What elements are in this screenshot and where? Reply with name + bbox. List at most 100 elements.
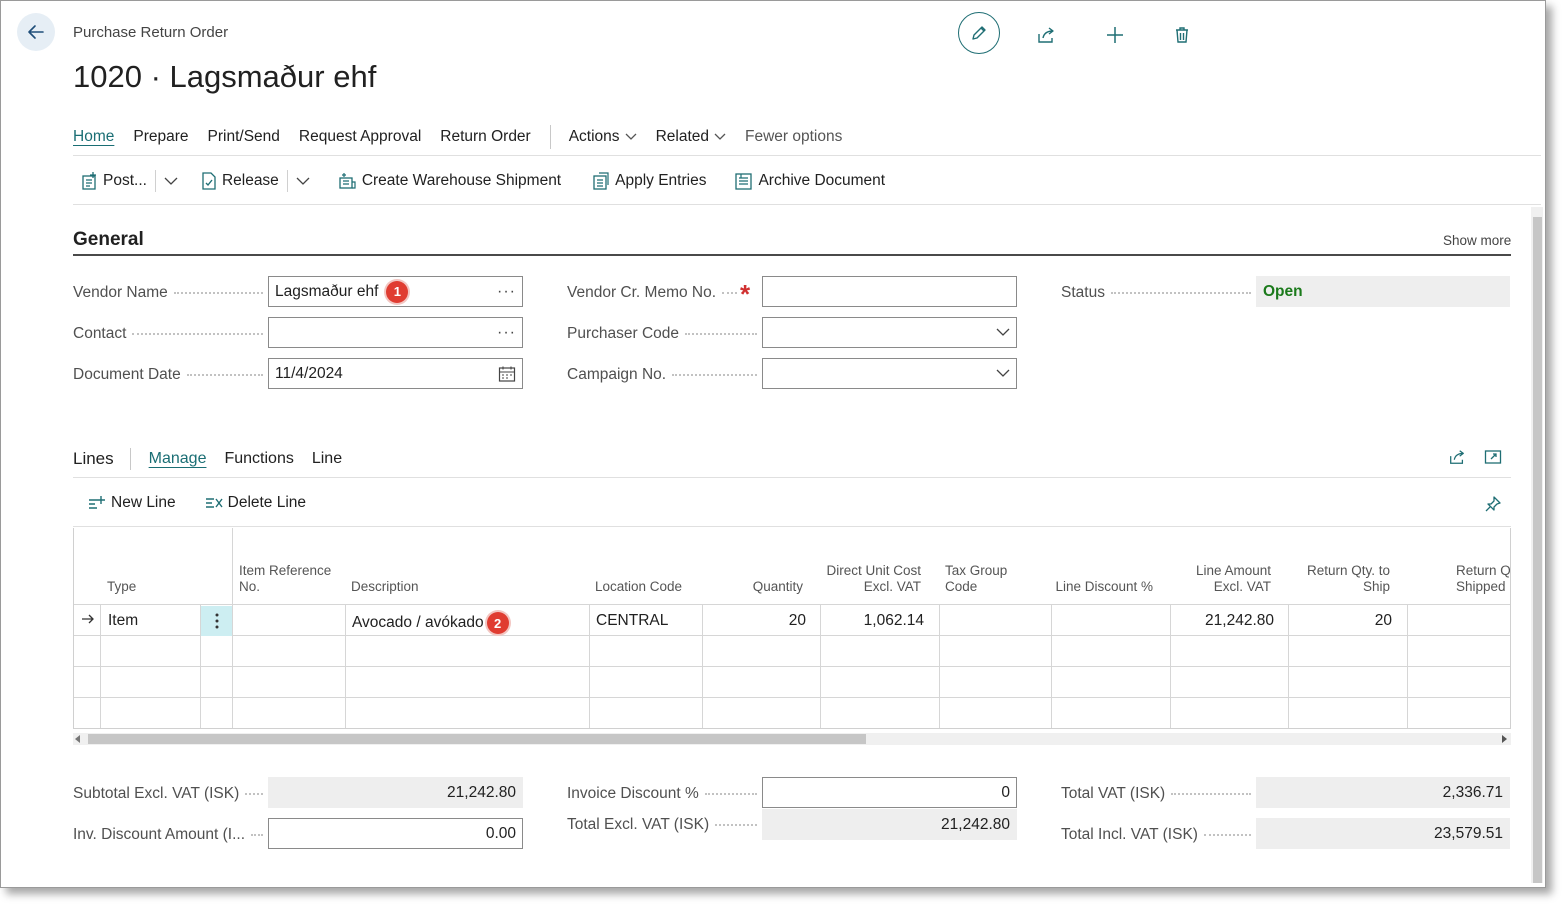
line-location-code[interactable]: CENTRAL — [596, 612, 668, 630]
purchaser-code-select[interactable] — [762, 317, 1017, 348]
column-header-return-qty-shipped[interactable]: Return Qty. Shipped — [1456, 563, 1510, 595]
section-divider — [73, 254, 1511, 256]
column-header-line-discount[interactable]: Line Discount % — [1051, 579, 1153, 595]
dots — [186, 374, 263, 376]
column-header-tax-group-code[interactable]: Tax Group Code — [945, 563, 1015, 595]
grid-line — [1051, 605, 1052, 728]
tab-prepare[interactable]: Prepare — [133, 128, 188, 146]
column-header-line-amount[interactable]: Line Amount Excl. VAT — [1171, 563, 1271, 595]
current-row-arrow-icon — [81, 612, 95, 630]
total-incl-vat-label-text: Total Incl. VAT (ISK) — [1061, 826, 1198, 843]
release-icon — [202, 172, 216, 190]
scroll-left-icon[interactable] — [75, 735, 81, 743]
release-button[interactable]: Release — [200, 171, 279, 191]
vendor-cr-memo-field[interactable] — [762, 276, 1017, 307]
lines-expand-button[interactable] — [1477, 441, 1509, 473]
tab-related-label: Related — [655, 128, 709, 145]
total-vat-value: 2,336.71 — [1442, 783, 1503, 801]
create-warehouse-shipment-button[interactable]: Create Warehouse Shipment — [338, 171, 561, 191]
vendor-name-field[interactable]: Lagsmaður ehf 1 ··· — [268, 276, 523, 307]
divider — [73, 526, 1511, 527]
pencil-icon — [972, 26, 986, 40]
invoice-discount-pct-field[interactable]: 0 — [762, 777, 1017, 808]
post-button[interactable]: Post... — [81, 171, 147, 191]
line-return-qty-to-ship[interactable]: 20 — [1289, 612, 1392, 630]
horizontal-scrollbar-thumb[interactable] — [88, 734, 866, 744]
post-dropdown[interactable] — [164, 177, 182, 186]
tab-print-send[interactable]: Print/Send — [208, 128, 280, 146]
tab-fewer-options[interactable]: Fewer options — [745, 128, 842, 146]
dots — [685, 333, 757, 335]
total-excl-vat-label: Total Excl. VAT (ISK) — [567, 816, 757, 834]
purchaser-code-label-text: Purchaser Code — [567, 325, 680, 342]
document-date-label-text: Document Date — [73, 366, 181, 383]
lines-tab-manage[interactable]: Manage — [149, 450, 207, 468]
total-vat-label-text: Total VAT (ISK) — [1061, 785, 1166, 802]
line-amount[interactable]: 21,242.80 — [1171, 612, 1274, 630]
contact-field[interactable]: ··· — [268, 317, 523, 348]
column-header-type[interactable]: Type — [107, 579, 136, 595]
document-date-field[interactable]: 11/4/2024 — [268, 358, 523, 389]
lookup-ellipsis-icon[interactable]: ··· — [497, 283, 516, 301]
grid-line — [1407, 605, 1408, 728]
tab-request-approval[interactable]: Request Approval — [299, 128, 421, 146]
chevron-down-icon — [164, 177, 178, 185]
new-line-button[interactable]: New Line — [87, 494, 176, 512]
plus-icon — [1107, 27, 1123, 43]
share-button[interactable] — [1026, 15, 1066, 55]
campaign-no-select[interactable] — [762, 358, 1017, 389]
row-menu-button[interactable] — [201, 606, 232, 636]
line-direct-unit-cost[interactable]: 1,062.14 — [821, 612, 924, 630]
dots — [704, 793, 757, 795]
column-header-quantity[interactable]: Quantity — [703, 579, 803, 595]
dots — [1203, 834, 1251, 836]
line-type[interactable]: Item — [108, 612, 138, 630]
tab-return-order[interactable]: Return Order — [440, 128, 530, 146]
chevron-down-icon — [625, 133, 637, 140]
delete-button[interactable] — [1162, 15, 1202, 55]
column-header-description[interactable]: Description — [351, 579, 419, 595]
lines-tab-functions[interactable]: Functions — [224, 450, 293, 468]
lines-tab-line[interactable]: Line — [312, 450, 342, 468]
lookup-ellipsis-icon[interactable]: ··· — [497, 324, 516, 342]
tab-home[interactable]: Home — [73, 128, 114, 146]
purchaser-code-label: Purchaser Code — [567, 325, 757, 343]
tab-related[interactable]: Related — [656, 128, 726, 146]
separator — [129, 448, 131, 470]
calendar-icon[interactable] — [498, 365, 516, 383]
chevron-down-icon[interactable] — [996, 328, 1010, 337]
total-incl-vat-field: 23,579.51 — [1256, 818, 1510, 849]
edit-button[interactable] — [958, 12, 1000, 54]
pin-button[interactable] — [1477, 488, 1509, 520]
show-more-link[interactable]: Show more — [1443, 233, 1511, 248]
archive-document-button[interactable]: Archive Document — [734, 171, 885, 191]
delete-line-button[interactable]: Delete Line — [204, 494, 306, 512]
status-label: Status — [1061, 284, 1251, 302]
line-quantity[interactable]: 20 — [703, 612, 806, 630]
line-description[interactable]: Avocado / avókado 2 — [352, 612, 509, 634]
chevron-down-icon[interactable] — [996, 369, 1010, 378]
lines-share-button[interactable] — [1441, 441, 1473, 473]
vertical-scrollbar-thumb[interactable] — [1533, 217, 1542, 883]
back-button[interactable] — [17, 13, 55, 51]
inv-discount-amount-field[interactable]: 0.00 — [268, 818, 523, 849]
column-header-direct-unit-cost[interactable]: Direct Unit Cost Excl. VAT — [821, 563, 921, 595]
tab-actions[interactable]: Actions — [569, 128, 637, 146]
contact-label-text: Contact — [73, 325, 127, 342]
dots — [245, 793, 263, 795]
grid-line — [74, 697, 1510, 698]
apply-entries-label: Apply Entries — [615, 172, 707, 189]
vendor-name-label: Vendor Name — [73, 284, 263, 302]
scroll-right-icon[interactable] — [1501, 735, 1507, 743]
arrow-left-icon — [28, 25, 44, 39]
archive-document-label: Archive Document — [758, 172, 886, 189]
column-header-item-reference[interactable]: Item Reference No. — [239, 563, 339, 595]
vendor-name-label-text: Vendor Name — [73, 284, 168, 301]
apply-entries-button[interactable]: Apply Entries — [591, 171, 706, 191]
delete-line-label: Delete Line — [227, 494, 307, 511]
new-button[interactable] — [1095, 15, 1135, 55]
column-header-location-code[interactable]: Location Code — [595, 579, 682, 595]
page-title: 1020 · Lagsmaður ehf — [73, 59, 377, 94]
column-header-return-qty-to-ship[interactable]: Return Qty. to Ship — [1289, 563, 1390, 595]
release-dropdown[interactable] — [296, 177, 314, 186]
